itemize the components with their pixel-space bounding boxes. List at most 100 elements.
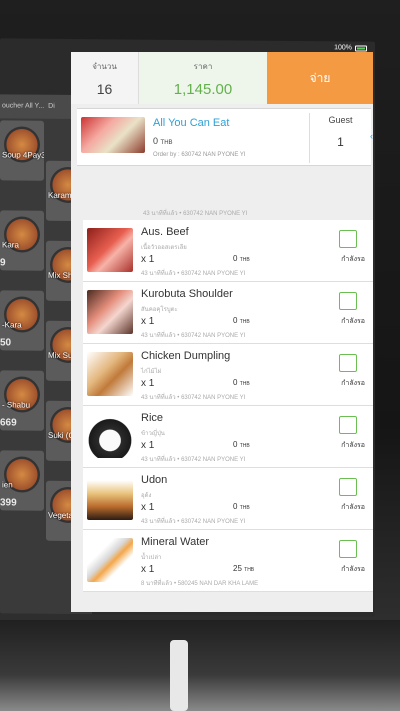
menu-tile[interactable]: ien 399 <box>0 450 44 511</box>
list-item[interactable]: Kurobuta Shoulder สันคอคุโรบูตะ x 1 0 TH… <box>83 282 373 344</box>
quantity-value: 16 <box>96 81 113 97</box>
item-quantity: x 1 <box>141 502 155 513</box>
order-meta: 43 นาทีที่แล้ว • 630742 NAN PYONE YI <box>143 211 248 217</box>
food-image <box>87 352 133 396</box>
menu-tile[interactable]: - Shabu 669 <box>0 370 44 431</box>
device-bezel <box>0 620 400 711</box>
item-quantity: x 1 <box>141 316 155 327</box>
item-name: Kurobuta Shoulder <box>141 288 233 300</box>
menu-tile[interactable]: -Kara 50 <box>0 290 44 351</box>
item-status: กำลังรอ <box>341 566 365 573</box>
item-name: Aus. Beef <box>141 226 189 238</box>
list-item[interactable]: Chicken Dumpling ไก่ไม้ไผ่ x 1 0 THB 43 … <box>83 344 373 406</box>
tile-label: -Kara <box>2 320 22 330</box>
item-name: Mineral Water <box>141 536 210 548</box>
list-item[interactable]: Aus. Beef เนื้อวัวออสเตรเลีย x 1 0 THB 4… <box>83 220 373 282</box>
quantity-summary: จำนวน 16 <box>71 52 139 104</box>
item-checkbox[interactable] <box>339 230 357 248</box>
item-quantity: x 1 <box>141 564 155 575</box>
item-status: กำลังรอ <box>341 318 365 325</box>
food-image <box>87 228 133 272</box>
item-price: 25 THB <box>233 564 254 573</box>
item-checkbox[interactable] <box>339 416 357 434</box>
price-summary: ราคา 1,145.00 <box>139 52 267 104</box>
tile-label: ien <box>2 480 13 490</box>
item-subtitle: ไก่ไม้ไผ่ <box>141 369 162 375</box>
list-item[interactable]: Udon อุด้ง x 1 0 THB 43 นาทีที่แล้ว • 63… <box>83 468 373 530</box>
food-image <box>87 290 133 334</box>
item-subtitle: ข้าวญี่ปุ่น <box>141 431 165 437</box>
currency: THB <box>239 381 250 387</box>
price-label: ราคา <box>193 62 213 71</box>
menu-tab[interactable]: Di <box>46 95 57 119</box>
tile-price: 399 <box>0 497 17 509</box>
item-name: Chicken Dumpling <box>141 350 231 362</box>
item-status: กำลังรอ <box>341 442 365 449</box>
guest-label: Guest <box>328 115 353 125</box>
item-price-value: 0 <box>233 502 238 511</box>
item-name: Udon <box>141 474 168 486</box>
quantity-label: จำนวน <box>92 62 117 71</box>
battery-icon <box>355 44 367 52</box>
item-quantity: x 1 <box>141 378 155 389</box>
item-price: 0 THB <box>233 378 250 387</box>
item-meta: 43 นาทีที่แล้ว • 630742 NAN PYONE YI <box>141 519 246 525</box>
item-meta: 43 นาทีที่แล้ว • 630742 NAN PYONE YI <box>141 333 246 339</box>
order-items: Aus. Beef เนื้อวัวออสเตรเลีย x 1 0 THB 4… <box>83 220 373 592</box>
item-subtitle: สันคอคุโรบูตะ <box>141 307 178 313</box>
item-price: 0 THB <box>233 254 250 263</box>
food-image <box>81 117 145 153</box>
currency: THB <box>239 319 250 325</box>
package-price: 0 THB <box>153 136 173 146</box>
device-frame: 100% ⌕ ⛶ ⌖ ⚿ ☰ ⋯ oucher All Y... Di Soup… <box>0 0 400 711</box>
item-price-value: 25 <box>233 564 242 573</box>
order-by: Order by : 630742 NAN PYONE YI <box>153 152 246 158</box>
item-meta: 43 นาทีที่แล้ว • 630742 NAN PYONE YI <box>141 457 246 463</box>
tile-label: - Shabu <box>2 400 31 410</box>
guest-value: 1 <box>337 135 344 149</box>
item-price-value: 0 <box>233 316 238 325</box>
pay-button[interactable]: จ่าย <box>267 52 373 104</box>
list-item[interactable]: Rice ข้าวญี่ปุ่น x 1 0 THB 43 นาทีที่แล้… <box>83 406 373 468</box>
charging-cable <box>170 640 188 711</box>
item-meta: 43 นาทีที่แล้ว • 630742 NAN PYONE YI <box>141 395 246 401</box>
item-status: กำลังรอ <box>341 256 365 263</box>
item-status: กำลังรอ <box>341 380 365 387</box>
item-price: 0 THB <box>233 440 250 449</box>
item-status: กำลังรอ <box>341 504 365 511</box>
package-name: All You Can Eat <box>153 117 230 129</box>
status-bar: 100% <box>334 44 367 51</box>
menu-tab[interactable]: oucher All Y... <box>0 94 46 118</box>
list-item[interactable]: Mineral Water น้ำเปล่า x 1 25 THB 8 นาที… <box>83 530 373 592</box>
battery-text: 100% <box>334 44 352 52</box>
item-price-value: 0 <box>233 378 238 387</box>
currency: THB <box>239 443 250 449</box>
tile-price: 9 <box>0 257 6 269</box>
item-checkbox[interactable] <box>339 354 357 372</box>
item-checkbox[interactable] <box>339 478 357 496</box>
menu-tile[interactable]: Kara 9 <box>0 210 44 271</box>
item-meta: 43 นาทีที่แล้ว • 630742 NAN PYONE YI <box>141 271 246 277</box>
item-price-value: 0 <box>233 254 238 263</box>
item-subtitle: น้ำเปล่า <box>141 555 162 561</box>
item-checkbox[interactable] <box>339 540 357 558</box>
item-subtitle: เนื้อวัวออสเตรเลีย <box>141 245 187 251</box>
guest-count[interactable]: Guest 1 ‹ <box>309 113 373 163</box>
chevron-left-icon[interactable]: ‹ <box>370 131 373 141</box>
item-checkbox[interactable] <box>339 292 357 310</box>
currency: THB <box>244 567 255 573</box>
package-price-value: 0 <box>153 136 159 146</box>
ayce-package[interactable]: All You Can Eat 0 THB Order by : 630742 … <box>77 108 373 166</box>
item-name: Rice <box>141 412 164 424</box>
currency: THB <box>239 505 250 511</box>
tile-label: Soup 4Pay3 <box>2 150 44 160</box>
item-quantity: x 1 <box>141 254 155 265</box>
currency: THB <box>239 257 250 263</box>
item-quantity: x 1 <box>141 440 155 451</box>
menu-tile[interactable]: Soup 4Pay3 <box>0 120 44 181</box>
price-value: 1,145.00 <box>173 81 233 98</box>
item-price-value: 0 <box>233 440 238 449</box>
food-image <box>87 538 133 582</box>
tile-label: Kara <box>2 240 19 250</box>
item-price: 0 THB <box>233 316 250 325</box>
